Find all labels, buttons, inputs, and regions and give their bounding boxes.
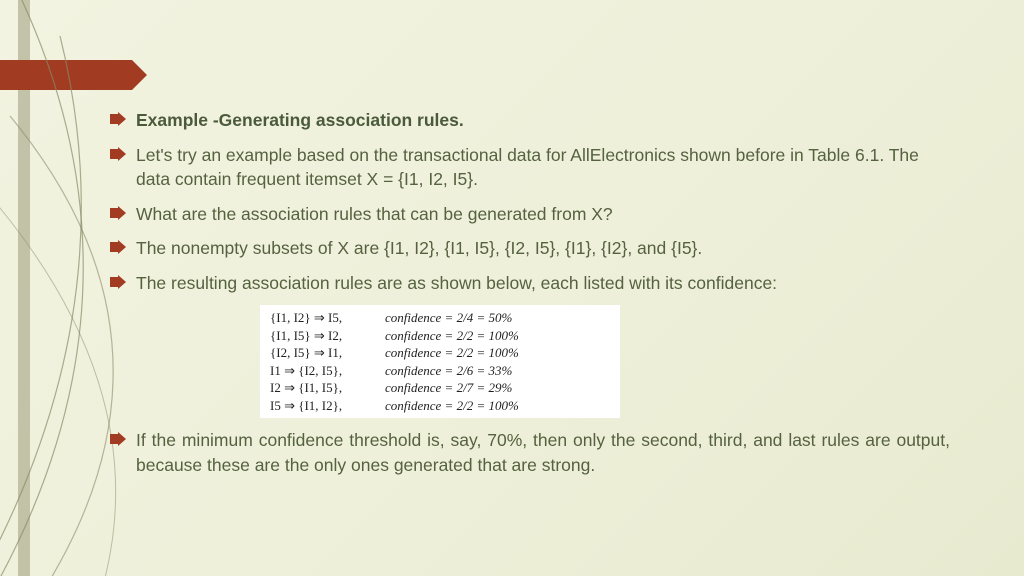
bullet-item: What are the association rules that can … [110,202,950,227]
rule-confidence: confidence = 2/7 = 29% [385,379,512,397]
bullet-text: The nonempty subsets of X are {I1, I2}, … [136,236,702,261]
rule-row: I2 ⇒ {I1, I5},confidence = 2/7 = 29% [270,379,610,397]
rule-lhs: I5 ⇒ {I1, I2}, [270,397,385,415]
rule-lhs: I1 ⇒ {I2, I5}, [270,362,385,380]
slide-content: Example -Generating association rules. L… [110,108,950,487]
arrow-bullet-icon [110,112,126,126]
arrow-bullet-icon [110,206,126,220]
rule-row: I1 ⇒ {I2, I5},confidence = 2/6 = 33% [270,362,610,380]
arrow-bullet-icon [110,432,126,446]
arrow-bullet-icon [110,275,126,289]
bullet-item: Let's try an example based on the transa… [110,143,950,192]
rule-lhs: {I1, I5} ⇒ I2, [270,327,385,345]
arrow-bullet-icon [110,147,126,161]
rule-confidence: confidence = 2/4 = 50% [385,309,512,327]
bullet-text: Let's try an example based on the transa… [136,143,950,192]
rule-row: I5 ⇒ {I1, I2},confidence = 2/2 = 100% [270,397,610,415]
rule-confidence: confidence = 2/6 = 33% [385,362,512,380]
rule-confidence: confidence = 2/2 = 100% [385,344,519,362]
bullet-item: If the minimum confidence threshold is, … [110,428,950,477]
rule-lhs: {I2, I5} ⇒ I1, [270,344,385,362]
bullet-text: If the minimum confidence threshold is, … [136,428,950,477]
ribbon-accent [0,60,132,90]
rule-confidence: confidence = 2/2 = 100% [385,327,519,345]
bullet-text: What are the association rules that can … [136,202,613,227]
rules-block: {I1, I2} ⇒ I5,confidence = 2/4 = 50% {I1… [260,305,620,418]
rule-row: {I1, I5} ⇒ I2,confidence = 2/2 = 100% [270,327,610,345]
rule-lhs: {I1, I2} ⇒ I5, [270,309,385,327]
arrow-bullet-icon [110,240,126,254]
rule-row: {I2, I5} ⇒ I1,confidence = 2/2 = 100% [270,344,610,362]
rule-confidence: confidence = 2/2 = 100% [385,397,519,415]
bullet-text: Example -Generating association rules. [136,108,464,133]
bullet-text: The resulting association rules are as s… [136,271,777,296]
rule-lhs: I2 ⇒ {I1, I5}, [270,379,385,397]
rule-row: {I1, I2} ⇒ I5,confidence = 2/4 = 50% [270,309,610,327]
bullet-item: The resulting association rules are as s… [110,271,950,296]
bullet-item: The nonempty subsets of X are {I1, I2}, … [110,236,950,261]
bullet-item: Example -Generating association rules. [110,108,950,133]
